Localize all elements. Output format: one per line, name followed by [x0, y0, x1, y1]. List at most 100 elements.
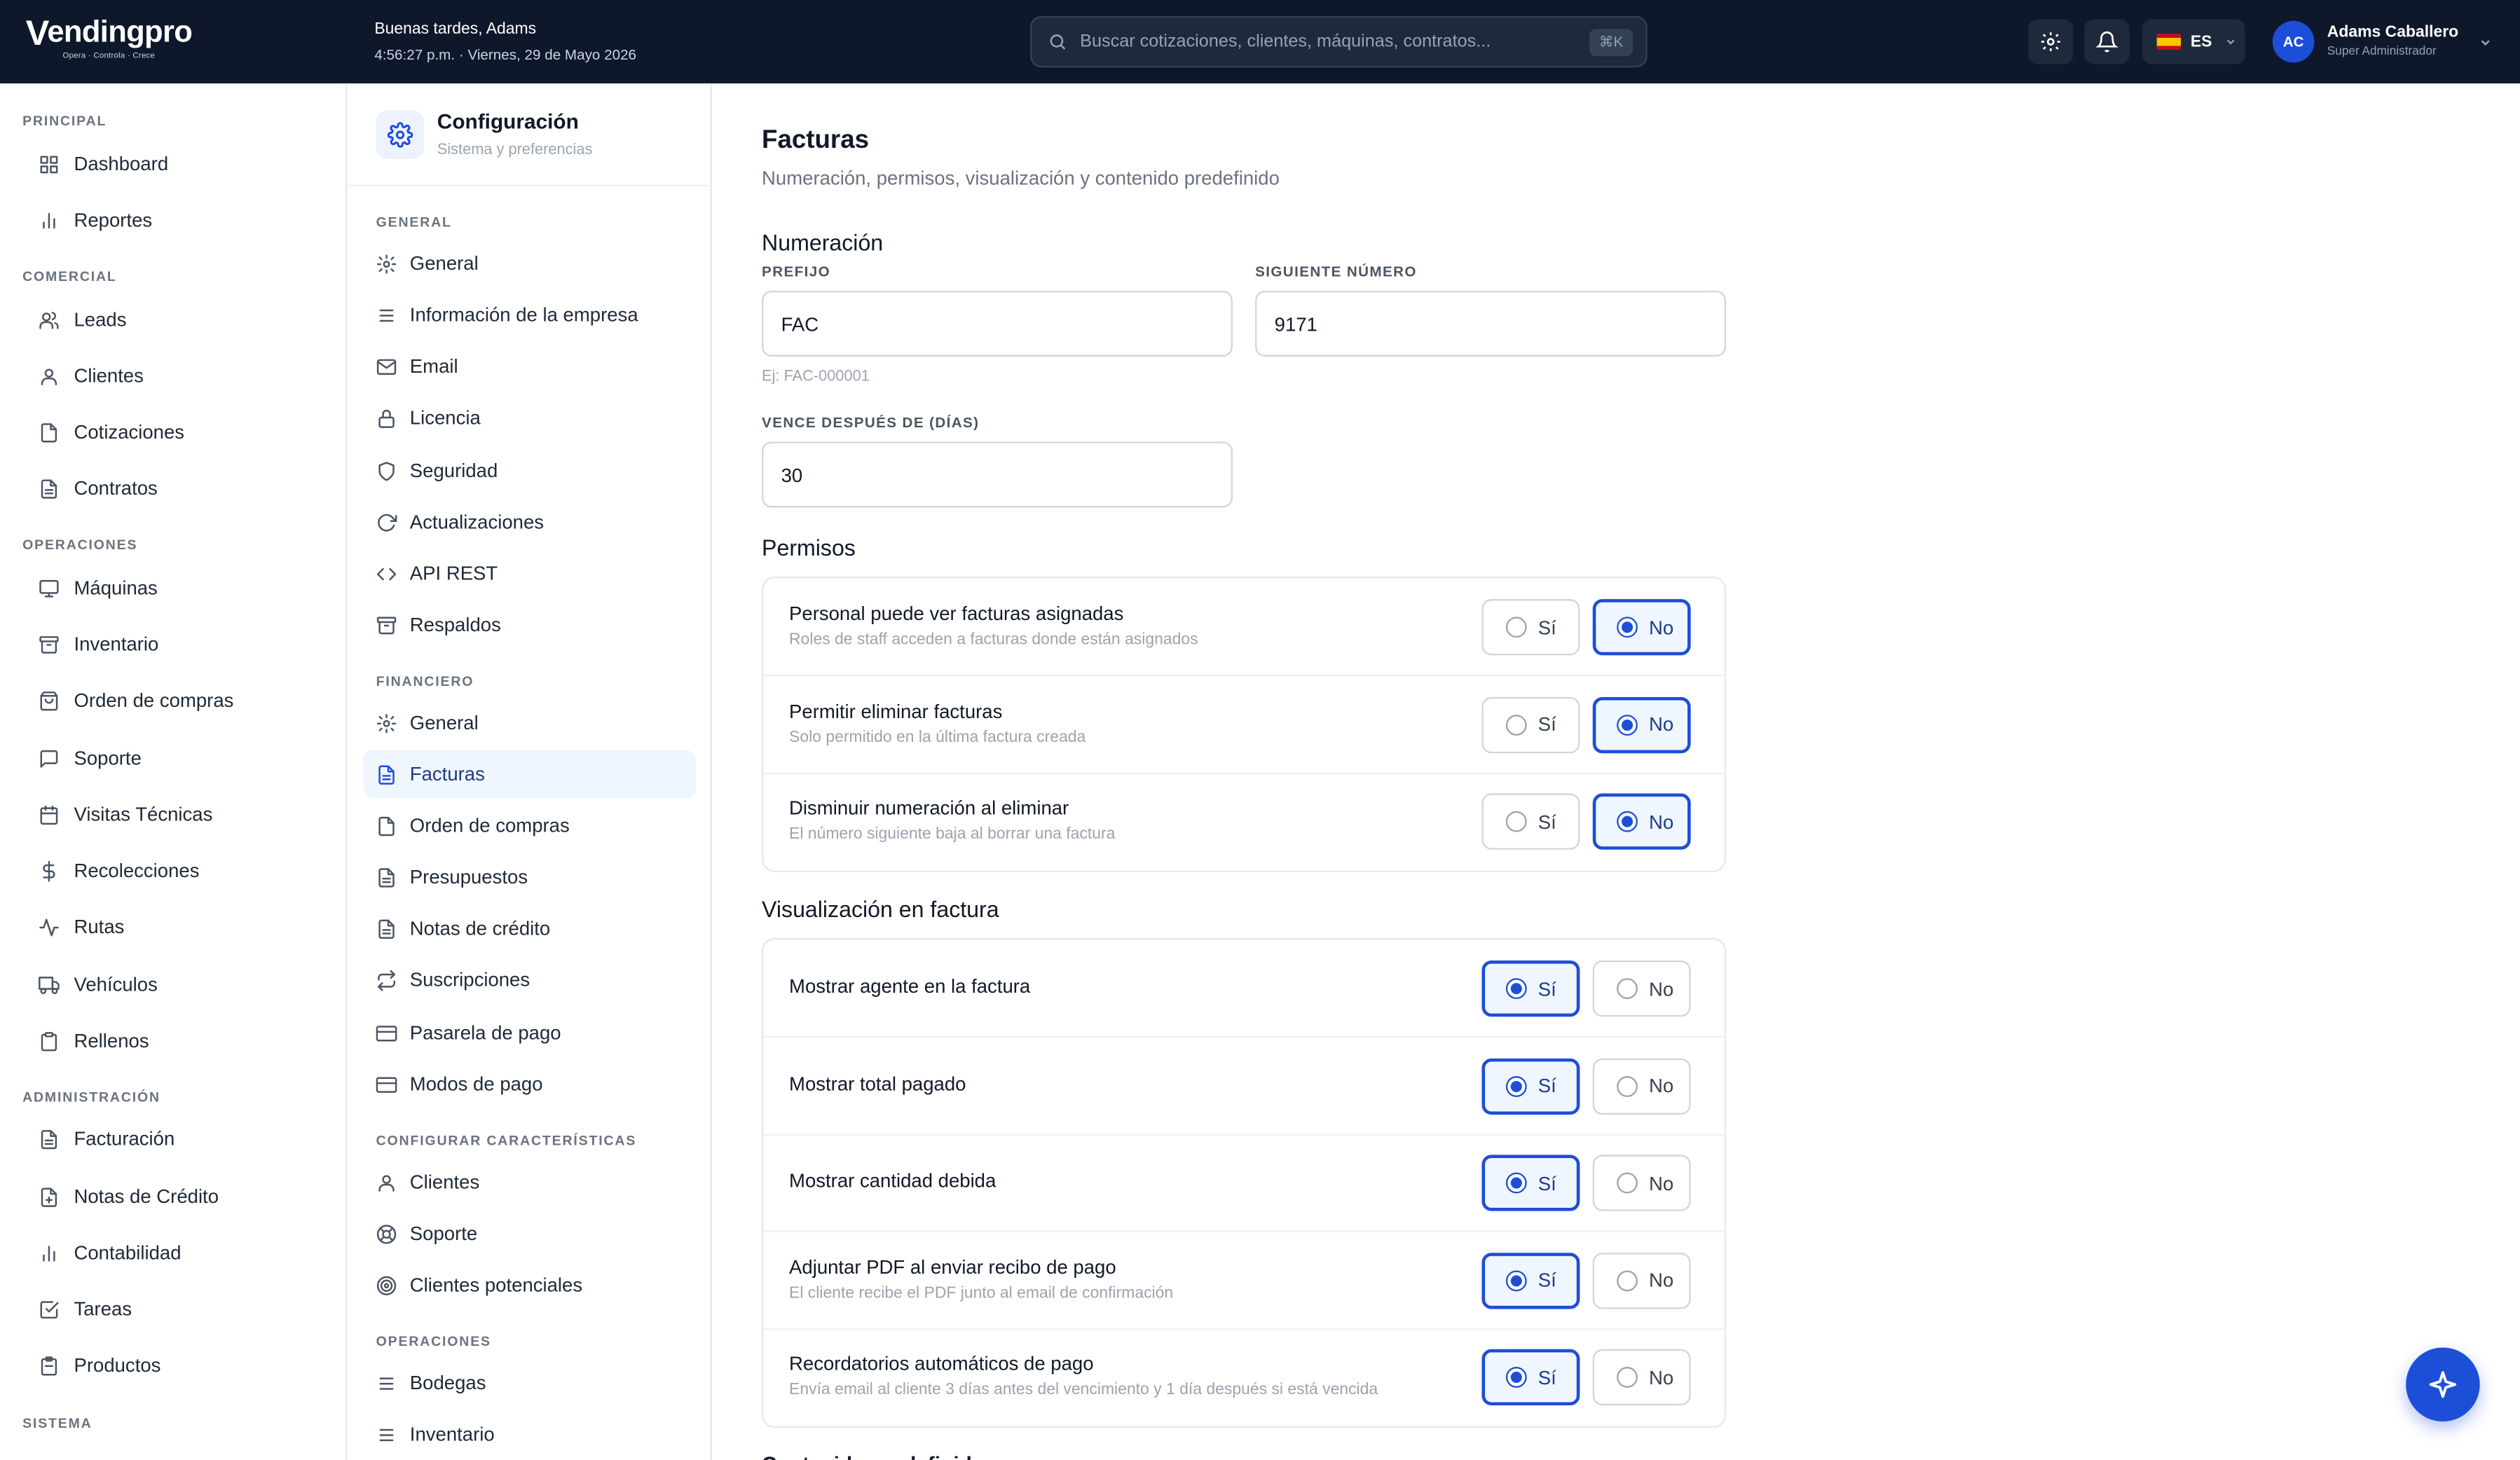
sidebar-item-recolecciones[interactable]: Recolecciones — [39, 851, 199, 890]
prefix-hint: Ej: FAC-000001 — [762, 368, 870, 386]
config-item-general[interactable]: General — [363, 240, 696, 288]
config-item-licencia[interactable]: Licencia — [363, 394, 696, 442]
radio-icon — [1617, 978, 1638, 1000]
config-subtitle: Sistema y preferencias — [437, 141, 593, 159]
sidebar-item-tareas[interactable]: Tareas — [39, 1290, 132, 1328]
sidebar-item-rellenos[interactable]: Rellenos — [39, 1021, 149, 1060]
config-item-inventario[interactable]: Inventario — [363, 1410, 696, 1459]
sidebar-item-contabilidad[interactable]: Contabilidad — [39, 1234, 182, 1272]
sidebar-item-contratos[interactable]: Contratos — [39, 469, 158, 507]
option-no[interactable]: No — [1592, 1349, 1691, 1406]
setting-title: Permitir eliminar facturas — [789, 699, 1003, 722]
config-item-bodegas[interactable]: Bodegas — [363, 1359, 696, 1407]
config-item-suscripciones[interactable]: Suscripciones — [363, 956, 696, 1004]
option-yes[interactable]: Sí — [1481, 793, 1580, 850]
option-yes[interactable]: Sí — [1481, 960, 1580, 1017]
mail-icon — [376, 358, 397, 374]
radio-icon — [1617, 1367, 1638, 1388]
grid-icon — [40, 155, 58, 173]
option-no[interactable]: No — [1592, 1252, 1691, 1309]
settings-button[interactable] — [2028, 19, 2074, 64]
option-yes[interactable]: Sí — [1481, 696, 1580, 753]
option-yes[interactable]: Sí — [1481, 1252, 1580, 1309]
config-item-respaldos[interactable]: Respaldos — [363, 600, 696, 649]
sidebar-item-inventario[interactable]: Inventario — [39, 625, 158, 663]
sidebar-item-leads[interactable]: Leads — [39, 301, 126, 339]
setting-row-permitir-eliminar-facturas: Permitir eliminar facturas Solo permitido… — [763, 675, 1725, 773]
config-item-facturas[interactable]: Facturas — [363, 750, 697, 799]
search-icon — [1050, 34, 1066, 50]
config-icon-box — [376, 111, 425, 159]
config-item-soporte[interactable]: Soporte — [363, 1209, 696, 1258]
ai-assistant-button[interactable] — [2406, 1347, 2480, 1421]
due-days-field[interactable]: 30 — [762, 441, 1233, 508]
language-code: ES — [2190, 32, 2212, 51]
setting-row-adjuntar-pdf-al-enviar-recibo-de-pago: Adjuntar PDF al enviar recibo de pago El … — [763, 1231, 1725, 1330]
sidebar-section-administracion: ADMINISTRACIÓN — [22, 1089, 160, 1106]
option-yes[interactable]: Sí — [1481, 1349, 1580, 1406]
setting-description: El cliente recibe el PDF junto al email … — [789, 1283, 1174, 1302]
radio-icon — [1505, 811, 1527, 832]
chevron-down-icon — [2227, 39, 2235, 45]
config-item-actualizaciones[interactable]: Actualizaciones — [363, 498, 696, 546]
sidebar-item-facturacion[interactable]: Facturación — [39, 1120, 174, 1158]
config-item-presupuestos[interactable]: Presupuestos — [363, 853, 696, 901]
sidebar-item-maquinas[interactable]: Máquinas — [39, 569, 158, 607]
config-item-clientes[interactable]: Clientes — [363, 1158, 696, 1206]
lock-icon — [378, 408, 395, 427]
permissions-card: Personal puede ver facturas asignadas Rol… — [762, 577, 1727, 872]
sidebar-item-visitas-tecnicas[interactable]: Visitas Técnicas — [39, 795, 212, 834]
dollar-icon — [43, 860, 55, 881]
option-yes[interactable]: Sí — [1481, 1155, 1580, 1211]
option-yes[interactable]: Sí — [1481, 1057, 1580, 1114]
config-item-label: Modos de pago — [409, 1073, 543, 1096]
sidebar-item-label: Inventario — [74, 633, 159, 656]
config-item-general[interactable]: General — [363, 698, 696, 747]
option-no[interactable]: No — [1592, 1155, 1691, 1211]
option-yes[interactable]: Sí — [1481, 599, 1580, 656]
sidebar-item-dashboard[interactable]: Dashboard — [39, 144, 168, 183]
config-item-informacion-de-la-empresa[interactable]: Información de la empresa — [363, 291, 696, 339]
sidebar-item-vehiculos[interactable]: Vehículos — [39, 965, 158, 1004]
config-item-seguridad[interactable]: Seguridad — [363, 446, 696, 495]
config-item-email[interactable]: Email — [363, 342, 696, 390]
config-item-label: Soporte — [409, 1222, 478, 1245]
sidebar-item-cotizaciones[interactable]: Cotizaciones — [39, 413, 184, 451]
sidebar-item-orden-de-compras[interactable]: Orden de compras — [39, 681, 233, 719]
option-no[interactable]: No — [1592, 793, 1691, 850]
sidebar-item-label: Dashboard — [74, 152, 169, 175]
search-input[interactable] — [1080, 32, 1590, 52]
config-item-orden-de-compras[interactable]: Orden de compras — [363, 801, 696, 850]
brand-name: endingpro — [47, 15, 193, 50]
next-number-field[interactable]: 9171 — [1255, 290, 1727, 357]
option-no[interactable]: No — [1592, 696, 1691, 753]
config-item-notas-de-credito[interactable]: Notas de crédito — [363, 904, 696, 953]
sidebar-item-rutas[interactable]: Rutas — [39, 907, 124, 946]
option-no[interactable]: No — [1592, 599, 1691, 656]
setting-row-mostrar-cantidad-debida: Mostrar cantidad debida Sí No — [763, 1134, 1725, 1232]
page-subtitle: Numeración, permisos, visualización y co… — [762, 167, 1280, 190]
next-number-label: SIGUIENTE NÚMERO — [1255, 263, 1417, 280]
language-selector[interactable]: ES — [2142, 19, 2245, 64]
sidebar-item-notas-de-credito[interactable]: Notas de Crédito — [39, 1177, 219, 1215]
file-text-icon — [378, 764, 395, 784]
prefix-field[interactable]: FAC — [762, 290, 1233, 357]
global-search[interactable]: ⌘K — [1030, 15, 1648, 68]
config-item-clientes-potenciales[interactable]: Clientes potenciales — [363, 1261, 696, 1309]
sidebar-item-label: Máquinas — [74, 577, 158, 600]
option-no[interactable]: No — [1592, 960, 1691, 1017]
sidebar-item-label: Facturación — [74, 1127, 175, 1150]
notifications-button[interactable] — [2084, 19, 2130, 64]
sidebar-item-soporte[interactable]: Soporte — [39, 739, 142, 778]
config-item-api-rest[interactable]: API REST — [363, 549, 696, 598]
sidebar-item-productos[interactable]: Productos — [39, 1346, 160, 1384]
menu-icon — [379, 1428, 394, 1441]
config-item-pasarela-de-pago[interactable]: Pasarela de pago — [363, 1009, 696, 1057]
logo[interactable]: Vendingpro Opera · Controla · Crece — [26, 15, 193, 61]
sidebar-item-clientes[interactable]: Clientes — [39, 357, 144, 395]
sidebar-item-reportes[interactable]: Reportes — [39, 201, 152, 240]
user-menu[interactable]: AC Adams Caballero Super Administrador — [2272, 20, 2493, 63]
config-header: Configuración Sistema y preferencias — [347, 83, 711, 186]
option-no[interactable]: No — [1592, 1057, 1691, 1114]
config-item-modos-de-pago[interactable]: Modos de pago — [363, 1060, 696, 1108]
